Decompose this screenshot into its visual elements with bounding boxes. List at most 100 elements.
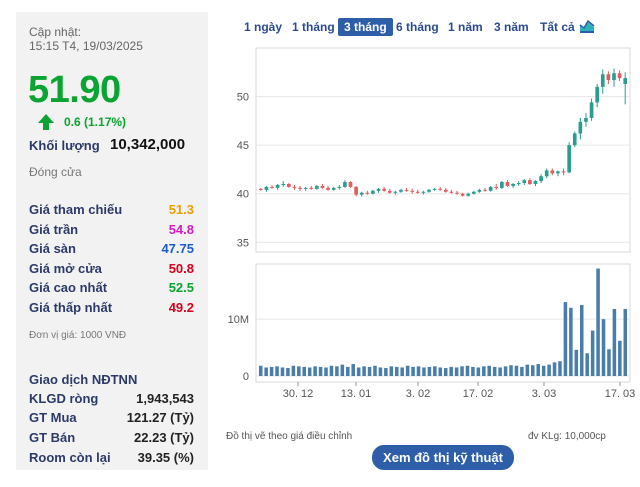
foreign-row: GT Bán 22.23 (Tỷ) [29, 430, 194, 448]
volume-bar [498, 367, 502, 376]
stat-label: Giá cao nhất [29, 280, 108, 295]
volume-bar [373, 365, 377, 376]
candle-body [494, 186, 499, 188]
volume-label: Khối lượng [29, 138, 100, 153]
volume-bar [552, 362, 557, 376]
volume-bar [280, 367, 285, 376]
volume-bar [269, 366, 274, 376]
volume-bar [509, 365, 513, 376]
tab-period[interactable]: 3 tháng [338, 18, 393, 36]
candle-body [578, 121, 583, 134]
stat-row: Giá cao nhất 52.5 [29, 280, 194, 298]
candle-body [449, 191, 454, 193]
candle-body [292, 186, 297, 188]
candle-body [421, 191, 426, 193]
candle-body [472, 191, 476, 194]
price-tick-label: 35 [237, 237, 249, 249]
price-panel-frame [255, 47, 631, 253]
volume-bar [258, 365, 263, 376]
candle-body [264, 186, 269, 190]
candle-body [511, 184, 515, 186]
foreign-value: 39.35 (%) [137, 450, 194, 465]
volume-tick-label: 0 [243, 371, 249, 383]
candle-body [382, 188, 386, 191]
volume-bar [297, 366, 301, 376]
volume-bar [329, 365, 334, 376]
stat-row: Giá trần 54.8 [29, 222, 194, 240]
tab-period[interactable]: 1 ngày [238, 18, 288, 36]
candle-body [365, 192, 370, 194]
volume-bar [449, 366, 453, 376]
tab-period[interactable]: 3 năm [488, 18, 535, 36]
candle-body [483, 189, 487, 191]
x-tick-label: 3. 02 [406, 388, 430, 400]
volume-bar [454, 367, 459, 376]
candle-body [432, 188, 437, 190]
tab-period[interactable]: 1 năm [442, 18, 489, 36]
volume-bar [275, 366, 279, 376]
chart-icon[interactable] [579, 18, 595, 34]
price-volume-chart: 35 40 45 50 0 10M 30. 12 13. 01 3. 02 17. 02 3. 03… [228, 47, 636, 400]
volume-bar [558, 361, 562, 376]
candle-body [343, 182, 347, 187]
volume-panel-frame [255, 263, 631, 383]
candle-body [572, 133, 577, 146]
candle-body [331, 187, 336, 190]
technical-chart-button[interactable]: Xem đồ thị kỹ thuật [372, 445, 514, 470]
candle-body [544, 170, 549, 177]
candle-body [326, 187, 330, 190]
volume-bar [590, 330, 595, 376]
volume-bar [531, 365, 535, 376]
candle-body [404, 189, 409, 191]
volume-bar [433, 366, 437, 376]
stat-label: Giá trần [29, 222, 79, 237]
tab-period[interactable]: Tất cả [534, 18, 581, 36]
candle-body [281, 184, 286, 185]
current-price: 51.90 [28, 69, 121, 111]
x-tick-label: 17. 03 [605, 388, 636, 400]
candle-body [443, 189, 448, 192]
candle-body [561, 171, 566, 173]
candle-body [298, 187, 302, 189]
candle-body [460, 193, 465, 196]
adjusted-price-note: Đồ thị vẽ theo giá điều chỉnh [226, 431, 353, 442]
candle-body [556, 171, 560, 174]
volume-bar [618, 340, 622, 376]
candle-body [393, 191, 398, 193]
volume-bar [438, 367, 443, 376]
volume-bar [335, 366, 339, 376]
volume-bar [563, 302, 568, 376]
stat-value: 54.8 [168, 222, 194, 237]
volume-bar [378, 367, 383, 376]
candle-body [270, 186, 274, 188]
candle-body [505, 182, 510, 186]
tab-period[interactable]: 1 tháng [286, 18, 341, 36]
stat-label: Giá tham chiếu [29, 202, 123, 217]
candle-body [303, 187, 308, 189]
x-tick-label: 13. 01 [341, 388, 372, 400]
volume-bar [525, 364, 530, 376]
volume-bar [307, 367, 312, 376]
x-tick-label: 17. 02 [463, 388, 494, 400]
x-tick-label: 30. 12 [283, 388, 314, 400]
volume-bar [405, 365, 410, 376]
candle-body [600, 74, 605, 87]
stat-value: 50.8 [168, 261, 194, 276]
candle-body [528, 180, 532, 184]
volume-bar [547, 364, 551, 376]
candle-body [415, 191, 420, 193]
foreign-row: GT Mua 121.27 (Tỷ) [29, 410, 194, 428]
volume-bar [443, 368, 448, 376]
candle-body [287, 184, 291, 187]
foreign-label: Room còn lại [29, 450, 111, 465]
foreign-label: GT Mua [29, 410, 77, 425]
volume-bar [362, 366, 366, 376]
volume-unit-note: đv KLg: 10,000cp [528, 431, 606, 442]
volume-bar [536, 364, 540, 376]
foreign-label: KLGD ròng [29, 391, 99, 406]
volume-bar [471, 366, 475, 376]
tab-period[interactable]: 6 tháng [390, 18, 445, 36]
candle-body [376, 188, 381, 191]
stat-row: Giá mở cửa 50.8 [29, 261, 194, 279]
update-datetime: 15:15 T4, 19/03/2025 [29, 39, 143, 53]
